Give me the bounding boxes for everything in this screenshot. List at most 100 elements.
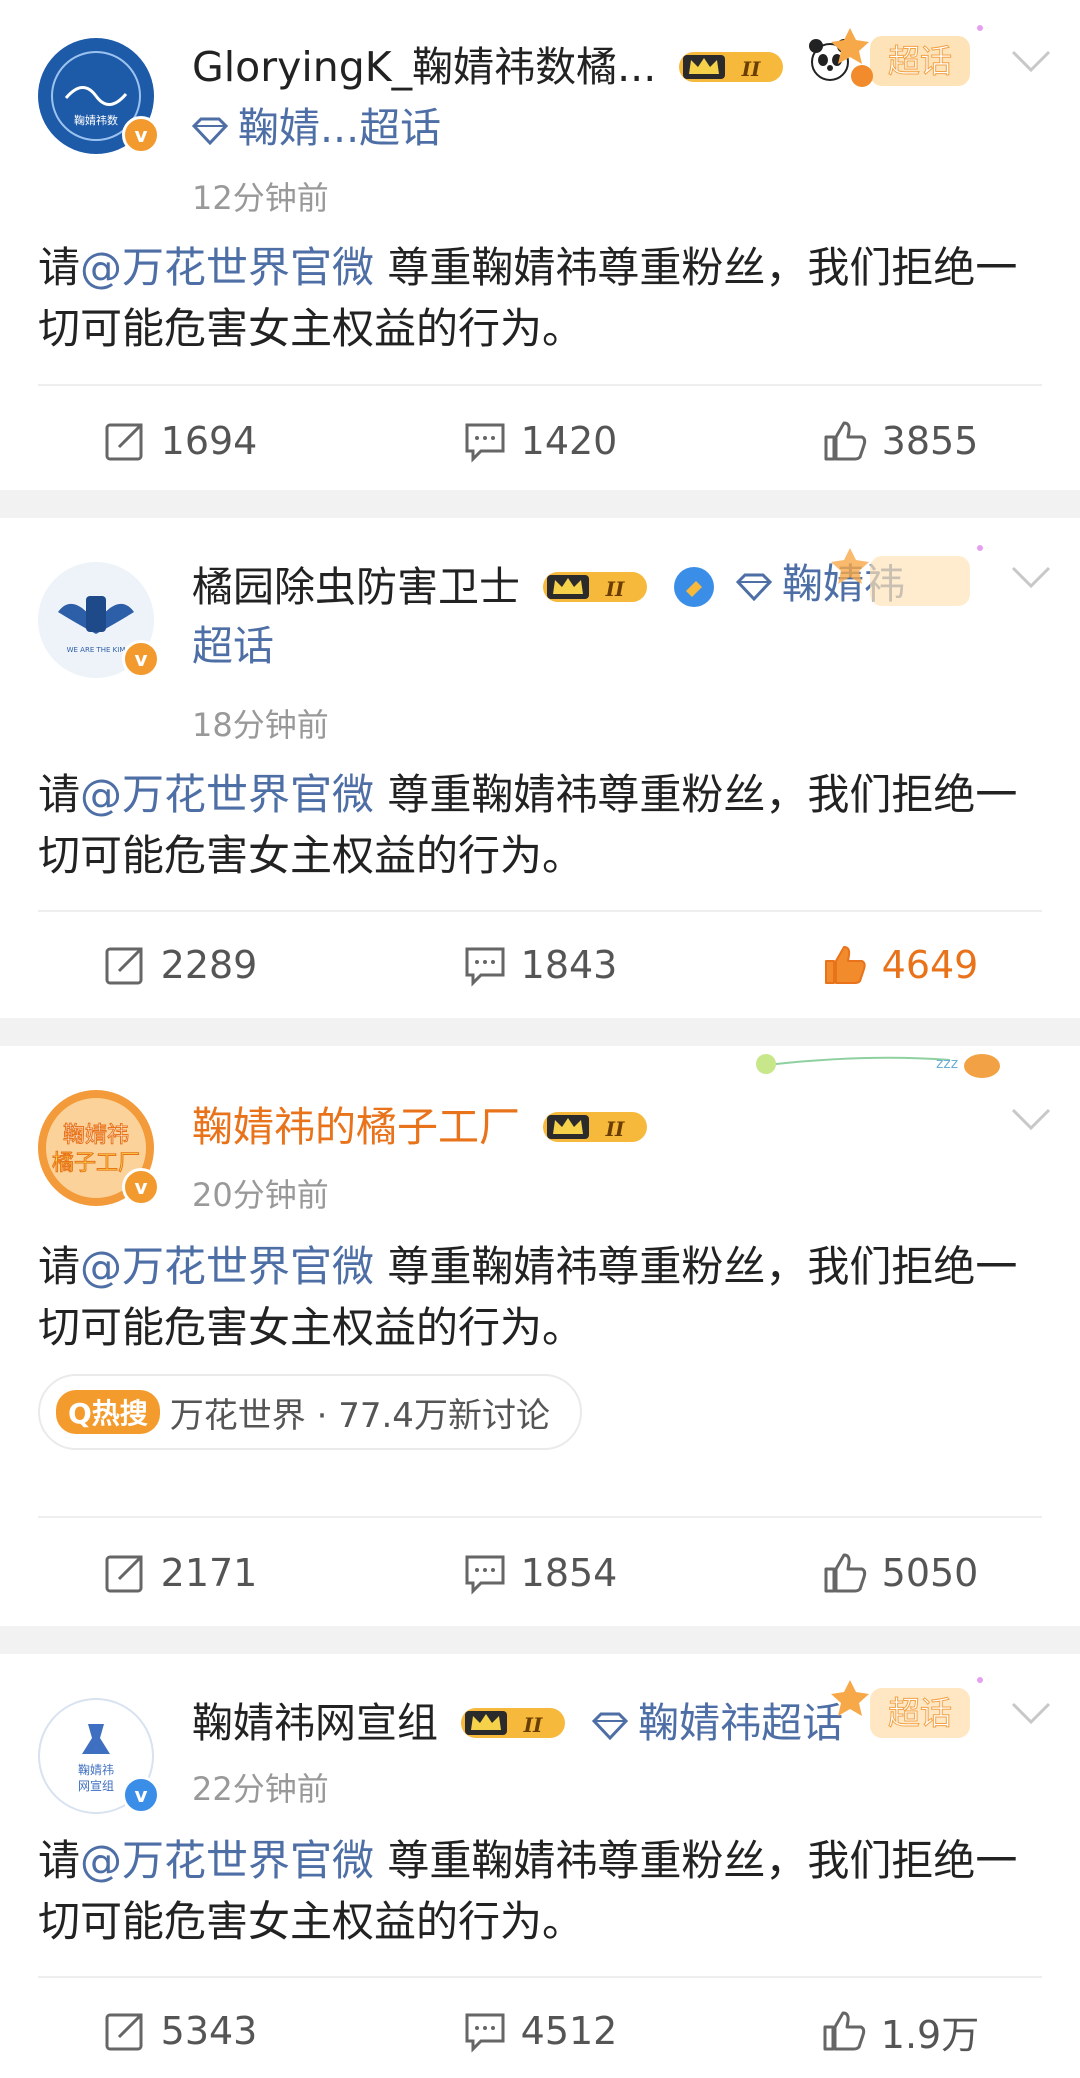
post-time: 22分钟前: [192, 1770, 329, 1808]
divider: [38, 1976, 1042, 1978]
comment-count: 1843: [520, 943, 618, 987]
diamond-icon: [736, 573, 772, 601]
like-button[interactable]: 4649: [720, 920, 1080, 1010]
comment-button[interactable]: 1843: [360, 920, 720, 1010]
author-name-line[interactable]: 鞠婧祎的橘子工厂 II: [192, 1094, 1000, 1157]
diamond-icon: [592, 1712, 629, 1741]
comment-icon: [465, 947, 505, 987]
comment-icon: [465, 423, 505, 463]
avatar[interactable]: 鞠婧祎 网宣组 v: [38, 1698, 160, 1814]
divider: [38, 910, 1042, 912]
comment-count: 1854: [520, 1551, 618, 1595]
repost-count: 1694: [160, 419, 258, 463]
avatar-sublabel: 网宣组: [78, 1778, 114, 1793]
post-card[interactable]: 鞠婧祎数 v GloryingK_鞠婧祎数橘... II 超话 鞠婧...超话 …: [0, 0, 1080, 490]
avatar[interactable]: 鞠婧祎 橘子工厂 v: [38, 1090, 160, 1206]
supertopic-label: 鞠婧...超话: [238, 104, 442, 152]
post-body: 请@万花世界官微 尊重鞠婧祎尊重粉丝，我们拒绝一切可能危害女主权益的行为。: [38, 770, 1018, 880]
post-body: 请@万花世界官微 尊重鞠婧祎尊重粉丝，我们拒绝一切可能危害女主权益的行为。: [38, 243, 1018, 353]
svg-text:超话: 超话: [888, 1694, 952, 1732]
like-button[interactable]: 1.9万: [720, 1986, 1080, 2076]
like-icon: [824, 421, 866, 461]
sleeping-cat-decoration-icon: zzz: [756, 1054, 1000, 1078]
avatar[interactable]: 鞠婧祎数 v: [38, 38, 160, 154]
post-time: 18分钟前: [192, 706, 329, 744]
repost-count: 2289: [160, 943, 258, 987]
author-name[interactable]: 鞠婧祎的橘子工厂: [192, 1097, 520, 1157]
action-bar: 2171 1854 5050: [0, 1528, 1080, 1618]
supertopic-tag-continued[interactable]: 超话: [192, 616, 274, 676]
action-bar: 5343 4512 1.9万: [0, 1986, 1080, 2076]
like-icon: [824, 1553, 866, 1593]
chevron-down-icon[interactable]: [1010, 1700, 1052, 1728]
svg-text:II: II: [741, 57, 761, 81]
svg-text:II: II: [605, 1117, 625, 1141]
repost-count: 5343: [160, 2009, 258, 2053]
comment-icon: [465, 2013, 505, 2053]
mention-link[interactable]: @万花世界官微: [80, 243, 374, 292]
like-count: 4649: [881, 943, 979, 987]
action-bar: 1694 1420 3855: [0, 396, 1080, 486]
avatar-label: 鞠婧祎: [63, 1123, 129, 1148]
chevron-down-icon[interactable]: [1010, 1106, 1052, 1134]
svg-text:II: II: [523, 1713, 543, 1737]
chaohua-sticker-icon: 超话: [831, 1677, 983, 1738]
like-button[interactable]: 5050: [720, 1528, 1080, 1618]
membership-crown-icon: II: [461, 1708, 566, 1738]
mention-link[interactable]: @万花世界官微: [80, 770, 374, 819]
mention-link[interactable]: @万花世界官微: [80, 1242, 374, 1291]
membership-crown-icon: II: [543, 572, 648, 602]
supertopic-label: 鞠婧祎超话: [638, 1699, 844, 1747]
membership-crown-icon: II: [679, 52, 784, 82]
weibo-feed: 鞠婧祎数 v GloryingK_鞠婧祎数橘... II 超话 鞠婧...超话 …: [0, 0, 1080, 2078]
svg-text:zzz: zzz: [936, 1056, 958, 1072]
avatar-sublabel: 橘子工厂: [52, 1151, 140, 1176]
repost-button[interactable]: 5343: [0, 1986, 360, 2076]
like-icon-active: [824, 946, 866, 984]
divider: [38, 1516, 1042, 1518]
avatar[interactable]: WE ARE THE KIM v: [38, 562, 160, 678]
like-count: 1.9万: [880, 2012, 980, 2057]
mention-link[interactable]: @万花世界官微: [80, 1836, 374, 1885]
supertopic-tag[interactable]: 鞠婧祎超话: [592, 1693, 843, 1753]
repost-icon: [105, 947, 143, 985]
like-button[interactable]: 3855: [720, 396, 1080, 486]
post-card[interactable]: 鞠婧祎 网宣组 v 鞠婧祎网宣组 II 鞠婧祎超话 超话 22分钟前 请@万花世…: [0, 1654, 1080, 2078]
action-bar: 2289 1843 4649: [0, 920, 1080, 1010]
repost-button[interactable]: 2171: [0, 1528, 360, 1618]
chaohua-sticker-icon: 超话: [831, 25, 983, 87]
post-card[interactable]: WE ARE THE KIM v 橘园除虫防害卫士 II 鞠婧祎 超话 18分钟…: [0, 518, 1080, 1018]
svg-text:II: II: [605, 577, 625, 601]
post-body: 请@万花世界官微 尊重鞠婧祎尊重粉丝，我们拒绝一切可能危害女主权益的行为。: [38, 1836, 1018, 1946]
comment-button[interactable]: 4512: [360, 1986, 720, 2076]
hot-search-text: 万花世界 · 77.4万新讨论: [169, 1395, 550, 1436]
post-card[interactable]: zzz 鞠婧祎 橘子工厂 v 鞠婧祎的橘子工厂 II 20分钟前 请@万花世界官…: [0, 1046, 1080, 1626]
chaohua-sticker-icon: [831, 545, 983, 606]
like-count: 3855: [881, 419, 979, 463]
comment-button[interactable]: 1854: [360, 1528, 720, 1618]
comment-button[interactable]: 1420: [360, 396, 720, 486]
verified-badge: v: [122, 116, 160, 154]
divider: [38, 384, 1042, 386]
repost-count: 2171: [160, 1551, 258, 1595]
author-name[interactable]: GloryingK_鞠婧祎数橘...: [192, 37, 656, 97]
gavel-badge-icon: [674, 567, 715, 607]
hot-search-chip[interactable]: Q热搜 万花世界 · 77.4万新讨论: [38, 1374, 582, 1450]
verified-badge-blue: v: [122, 1776, 160, 1814]
comment-count: 1420: [520, 419, 618, 463]
comment-count: 4512: [520, 2009, 618, 2053]
repost-icon: [105, 1555, 143, 1593]
verified-badge: v: [122, 1168, 160, 1206]
author-name[interactable]: 鞠婧祎网宣组: [192, 1693, 438, 1753]
repost-button[interactable]: 1694: [0, 396, 360, 486]
comment-icon: [465, 1555, 505, 1595]
chevron-down-icon[interactable]: [1010, 48, 1052, 76]
repost-button[interactable]: 2289: [0, 920, 360, 1010]
author-name[interactable]: 橘园除虫防害卫士: [192, 557, 520, 617]
verified-badge: v: [122, 640, 160, 678]
chevron-down-icon[interactable]: [1010, 564, 1052, 592]
repost-icon: [105, 2013, 143, 2051]
diamond-icon: [192, 117, 228, 145]
avatar-label: 鞠婧祎: [78, 1762, 114, 1777]
supertopic-tag[interactable]: 鞠婧...超话: [192, 98, 441, 158]
